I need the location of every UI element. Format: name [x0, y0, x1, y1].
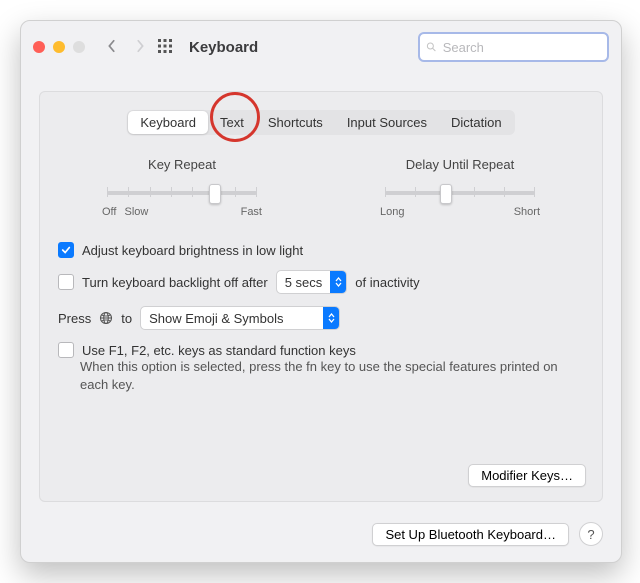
bluetooth-keyboard-button[interactable]: Set Up Bluetooth Keyboard…: [372, 523, 569, 546]
stepper-arrows-icon: [323, 307, 339, 329]
close-icon[interactable]: [33, 41, 45, 53]
preferences-window: Keyboard Keyboard Text Shortcuts Input S…: [20, 20, 622, 563]
segmented-control: Keyboard Text Shortcuts Input Sources Di…: [127, 110, 514, 135]
search-icon: [426, 41, 437, 53]
back-button[interactable]: [105, 39, 119, 56]
tab-text[interactable]: Text: [208, 111, 256, 134]
tab-dictation[interactable]: Dictation: [439, 111, 514, 134]
search-input[interactable]: [441, 39, 601, 56]
content-pane: Keyboard Text Shortcuts Input Sources Di…: [39, 91, 603, 502]
backlight-row: Turn keyboard backlight off after 5 secs…: [58, 270, 584, 294]
globe-prefix: Press: [58, 311, 91, 326]
key-repeat-label: Key Repeat: [148, 157, 216, 172]
help-button[interactable]: ?: [579, 522, 603, 546]
delay-label: Delay Until Repeat: [406, 157, 514, 172]
modifier-keys-wrap: Modifier Keys…: [468, 464, 586, 487]
stepper-arrows-icon: [330, 271, 346, 293]
nav-buttons: [105, 39, 147, 56]
key-repeat-block: Key Repeat OffSlow Fast: [82, 157, 282, 218]
delay-slider[interactable]: [385, 182, 535, 202]
backlight-prefix: Turn keyboard backlight off after: [82, 275, 268, 290]
fnkeys-label: Use F1, F2, etc. keys as standard functi…: [82, 343, 356, 358]
tab-input-sources[interactable]: Input Sources: [335, 111, 439, 134]
fnkeys-note: When this option is selected, press the …: [80, 358, 560, 393]
fnkeys-block: Use F1, F2, etc. keys as standard functi…: [58, 342, 584, 393]
footer: Set Up Bluetooth Keyboard… ?: [372, 522, 603, 546]
tab-bar: Keyboard Text Shortcuts Input Sources Di…: [58, 110, 584, 135]
brightness-label: Adjust keyboard brightness in low light: [82, 243, 303, 258]
brightness-checkbox[interactable]: [58, 242, 74, 258]
globe-to: to: [121, 311, 132, 326]
globe-icon: [99, 311, 113, 325]
globe-select[interactable]: Show Emoji & Symbols: [140, 306, 340, 330]
brightness-row: Adjust keyboard brightness in low light: [58, 242, 584, 258]
fnkeys-checkbox[interactable]: [58, 342, 74, 358]
key-repeat-ends: OffSlow Fast: [102, 206, 262, 218]
key-repeat-slider[interactable]: [107, 182, 257, 202]
backlight-checkbox[interactable]: [58, 274, 74, 290]
backlight-suffix: of inactivity: [355, 275, 419, 290]
delay-block: Delay Until Repeat Long Short: [360, 157, 560, 218]
zoom-icon: [73, 41, 85, 53]
all-prefs-icon[interactable]: [157, 38, 173, 57]
modifier-keys-button[interactable]: Modifier Keys…: [468, 464, 586, 487]
forward-button: [133, 39, 147, 56]
delay-ends: Long Short: [380, 206, 540, 218]
globe-row: Press to Show Emoji & Symbols: [58, 306, 584, 330]
options: Adjust keyboard brightness in low light …: [58, 242, 584, 393]
tab-shortcuts[interactable]: Shortcuts: [256, 111, 335, 134]
toolbar: Keyboard: [21, 21, 621, 73]
window-title: Keyboard: [189, 39, 258, 56]
backlight-select[interactable]: 5 secs: [276, 270, 348, 294]
search-field[interactable]: [418, 32, 609, 62]
globe-select-value: Show Emoji & Symbols: [149, 311, 315, 326]
window-controls: [33, 41, 85, 53]
minimize-icon[interactable]: [53, 41, 65, 53]
backlight-select-value: 5 secs: [285, 275, 323, 290]
tab-keyboard[interactable]: Keyboard: [128, 111, 208, 134]
sliders-row: Key Repeat OffSlow Fast Delay Until Repe…: [58, 157, 584, 218]
